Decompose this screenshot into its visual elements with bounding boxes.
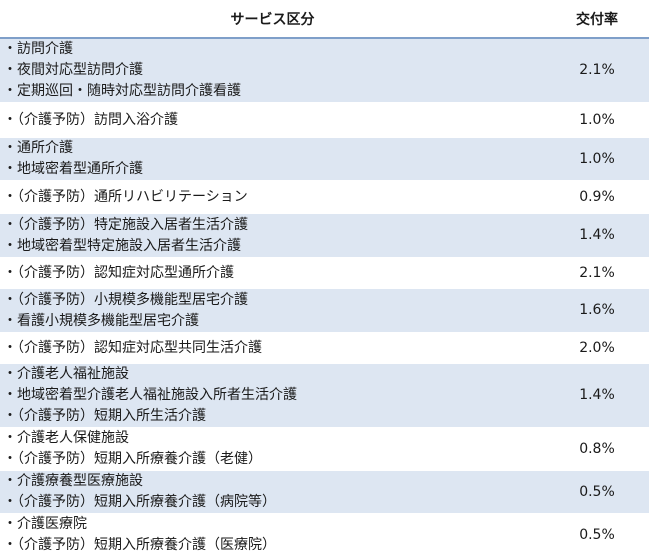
- service-line: ・介護療養型医療施設: [3, 473, 143, 489]
- table-row: ・（介護予防）認知症対応型通所介護 2.1%: [0, 257, 649, 289]
- service-line: ・（介護予防）特定施設入居者生活介護: [3, 216, 248, 233]
- table-row: ・介護老人保健施設 ・（介護予防）短期入所療養介護（老健） 0.8%: [0, 427, 649, 471]
- service-line: ・通所介護: [3, 140, 73, 156]
- service-cell: ・（介護予防）認知症対応型共同生活介護: [0, 332, 545, 364]
- service-cell: ・介護医療院 ・（介護予防）短期入所療養介護（医療院）: [0, 513, 545, 557]
- service-line: ・（介護予防）短期入所生活介護: [3, 408, 206, 424]
- service-cell: ・通所介護 ・地域密着型通所介護: [0, 137, 545, 181]
- table-row: ・介護療養型医療施設 ・（介護予防）短期入所療養介護（病院等） 0.5%: [0, 470, 649, 514]
- service-line: ・（介護予防）認知症対応型通所介護: [3, 264, 234, 281]
- rate-cell: 2.1%: [545, 38, 649, 103]
- rate-cell: 2.1%: [545, 257, 649, 289]
- service-line: ・（介護予防）小規模多機能型居宅介護: [3, 291, 248, 308]
- rate-cell: 0.5%: [545, 470, 649, 514]
- table-row: ・（介護予防）通所リハビリテーション 0.9%: [0, 180, 649, 214]
- service-cell: ・（介護予防）小規模多機能型居宅介護 ・看護小規模多機能型居宅介護: [0, 288, 545, 333]
- service-line: ・定期巡回・随時対応型訪問介護看護: [3, 83, 241, 99]
- service-line: ・（介護予防）認知症対応型共同生活介護: [3, 339, 262, 356]
- service-rate-table: サービス区分 交付率 ・訪問介護 ・夜間対応型訪問介護 ・定期巡回・随時対応型訪…: [0, 0, 649, 557]
- service-line: ・地域密着型特定施設入居者生活介護: [3, 237, 241, 254]
- service-cell: ・（介護予防）通所リハビリテーション: [0, 180, 545, 214]
- service-cell: ・（介護予防）特定施設入居者生活介護 ・地域密着型特定施設入居者生活介護: [0, 213, 545, 258]
- service-line: ・介護老人保健施設: [3, 430, 129, 446]
- service-line: ・（介護予防）短期入所療養介護（老健）: [3, 451, 262, 467]
- header-service: サービス区分: [0, 0, 545, 39]
- service-line: ・地域密着型通所介護: [3, 161, 143, 177]
- service-line: ・（介護予防）訪問入浴介護: [3, 111, 178, 128]
- rate-cell: 1.0%: [545, 137, 649, 181]
- table-row: ・介護老人福祉施設 ・地域密着型介護老人福祉施設入所者生活介護 ・（介護予防）短…: [0, 363, 649, 428]
- service-line: ・（介護予防）通所リハビリテーション: [3, 188, 248, 205]
- service-line: ・看護小規模多機能型居宅介護: [3, 312, 199, 329]
- service-line: ・（介護予防）短期入所療養介護（医療院）: [3, 537, 276, 553]
- table-row: ・（介護予防）訪問入浴介護 1.0%: [0, 102, 649, 138]
- rate-cell: 0.8%: [545, 427, 649, 471]
- table-row: ・（介護予防）認知症対応型共同生活介護 2.0%: [0, 332, 649, 364]
- header-rate: 交付率: [545, 0, 649, 39]
- rate-cell: 1.4%: [545, 213, 649, 258]
- service-cell: ・介護療養型医療施設 ・（介護予防）短期入所療養介護（病院等）: [0, 470, 545, 514]
- service-cell: ・介護老人福祉施設 ・地域密着型介護老人福祉施設入所者生活介護 ・（介護予防）短…: [0, 363, 545, 428]
- table-row: ・（介護予防）小規模多機能型居宅介護 ・看護小規模多機能型居宅介護 1.6%: [0, 288, 649, 333]
- service-cell: ・介護老人保健施設 ・（介護予防）短期入所療養介護（老健）: [0, 427, 545, 471]
- service-line: ・地域密着型介護老人福祉施設入所者生活介護: [3, 387, 297, 403]
- service-line: ・介護老人福祉施設: [3, 366, 129, 382]
- service-cell: ・訪問介護 ・夜間対応型訪問介護 ・定期巡回・随時対応型訪問介護看護: [0, 38, 545, 103]
- service-line: ・（介護予防）短期入所療養介護（病院等）: [3, 494, 276, 510]
- rate-cell: 1.4%: [545, 363, 649, 428]
- service-line: ・夜間対応型訪問介護: [3, 62, 143, 78]
- rate-cell: 2.0%: [545, 332, 649, 364]
- service-cell: ・（介護予防）認知症対応型通所介護: [0, 257, 545, 289]
- rate-cell: 0.5%: [545, 513, 649, 557]
- service-line: ・訪問介護: [3, 41, 73, 57]
- rate-cell: 0.9%: [545, 180, 649, 214]
- service-line: ・介護医療院: [3, 516, 87, 532]
- table-row: ・通所介護 ・地域密着型通所介護 1.0%: [0, 137, 649, 181]
- rate-cell: 1.0%: [545, 102, 649, 138]
- table-row: ・訪問介護 ・夜間対応型訪問介護 ・定期巡回・随時対応型訪問介護看護 2.1%: [0, 38, 649, 103]
- table-row: ・介護医療院 ・（介護予防）短期入所療養介護（医療院） 0.5%: [0, 513, 649, 557]
- table-row: ・（介護予防）特定施設入居者生活介護 ・地域密着型特定施設入居者生活介護 1.4…: [0, 213, 649, 258]
- table-header-row: サービス区分 交付率: [0, 0, 649, 39]
- rate-cell: 1.6%: [545, 288, 649, 333]
- service-cell: ・（介護予防）訪問入浴介護: [0, 102, 545, 138]
